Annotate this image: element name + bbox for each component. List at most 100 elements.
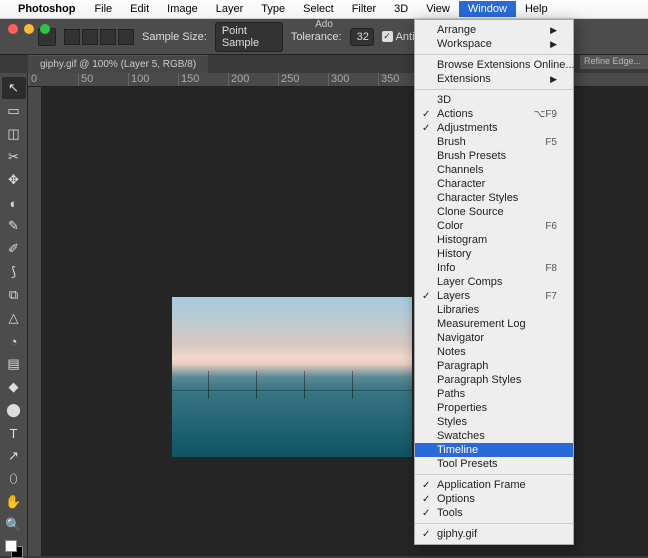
menu-filter[interactable]: Filter [343, 1, 385, 17]
menu-item-character-styles[interactable]: Character Styles [415, 191, 573, 205]
refine-edge-button[interactable]: Refine Edge... [580, 55, 648, 69]
menu-item-workspace[interactable]: Workspace▶ [415, 37, 573, 51]
menu-item-label: Clone Source [437, 206, 504, 218]
menu-layer[interactable]: Layer [207, 1, 253, 17]
menu-item-label: giphy.gif [437, 528, 477, 540]
close-window-icon[interactable] [8, 24, 18, 34]
color-swatch[interactable] [5, 540, 23, 558]
menu-item-options[interactable]: ✓Options [415, 492, 573, 506]
selection-mode-icons[interactable] [64, 29, 134, 45]
ruler-tick: 200 [228, 73, 278, 86]
submenu-arrow-icon: ▶ [550, 39, 557, 50]
menu-item-measurement-log[interactable]: Measurement Log [415, 317, 573, 331]
tool-15[interactable]: T [2, 422, 26, 444]
menu-item-giphy-gif[interactable]: ✓giphy.gif [415, 527, 573, 541]
menu-item-timeline[interactable]: Timeline [415, 443, 573, 457]
menu-item-paragraph-styles[interactable]: Paragraph Styles [415, 373, 573, 387]
menu-item-actions[interactable]: ✓Actions⌥F9 [415, 107, 573, 121]
menu-item-label: Brush [437, 136, 466, 148]
menu-item-browse-extensions-online-[interactable]: Browse Extensions Online... [415, 58, 573, 72]
menu-edit[interactable]: Edit [121, 1, 158, 17]
menu-window[interactable]: Window [459, 1, 516, 17]
menu-item-brush[interactable]: BrushF5 [415, 135, 573, 149]
tool-14[interactable]: ⬤ [2, 399, 26, 421]
tool-1[interactable]: ▭ [2, 100, 26, 122]
menu-item-adjustments[interactable]: ✓Adjustments [415, 121, 573, 135]
menu-item-history[interactable]: History [415, 247, 573, 261]
menu-item-channels[interactable]: Channels [415, 163, 573, 177]
tool-3[interactable]: ✂ [2, 146, 26, 168]
ruler-tick: 250 [278, 73, 328, 86]
menu-item-clone-source[interactable]: Clone Source [415, 205, 573, 219]
menu-item-label: Paragraph [437, 360, 488, 372]
tool-13[interactable]: ◆ [2, 376, 26, 398]
menu-type[interactable]: Type [252, 1, 294, 17]
menu-shortcut: F7 [545, 291, 557, 302]
tool-18[interactable]: ✋ [2, 491, 26, 513]
menu-item-label: 3D [437, 94, 451, 106]
menu-item-navigator[interactable]: Navigator [415, 331, 573, 345]
menu-file[interactable]: File [85, 1, 121, 17]
menu-separator [415, 523, 573, 524]
menu-item-tools[interactable]: ✓Tools [415, 506, 573, 520]
tool-19[interactable]: 🔍 [2, 514, 26, 536]
menu-item-notes[interactable]: Notes [415, 345, 573, 359]
tool-7[interactable]: ✐ [2, 238, 26, 260]
tool-9[interactable]: ⧉ [2, 284, 26, 306]
menu-item-info[interactable]: InfoF8 [415, 261, 573, 275]
menu-item-character[interactable]: Character [415, 177, 573, 191]
maximize-window-icon[interactable] [40, 24, 50, 34]
menu-item-label: Paths [437, 388, 465, 400]
tool-10[interactable]: △ [2, 307, 26, 329]
tool-16[interactable]: ↗ [2, 445, 26, 467]
menu-item-application-frame[interactable]: ✓Application Frame [415, 478, 573, 492]
tool-2[interactable]: ◫ [2, 123, 26, 145]
document-tab[interactable]: giphy.gif @ 100% (Layer 5, RGB/8) [28, 55, 208, 73]
check-icon: ✓ [422, 508, 430, 519]
menu-item-label: Swatches [437, 430, 485, 442]
menu-item-paths[interactable]: Paths [415, 387, 573, 401]
canvas-image [172, 297, 412, 457]
menu-item-paragraph[interactable]: Paragraph [415, 359, 573, 373]
menu-view[interactable]: View [417, 1, 459, 17]
menu-item-label: Navigator [437, 332, 484, 344]
app-name[interactable]: Photoshop [18, 3, 75, 15]
menu-item-styles[interactable]: Styles [415, 415, 573, 429]
menu-item-label: Histogram [437, 234, 487, 246]
minimize-window-icon[interactable] [24, 24, 34, 34]
tool-0[interactable]: ↖ [2, 77, 26, 99]
menu-select[interactable]: Select [294, 1, 343, 17]
menu-item-label: Properties [437, 402, 487, 414]
tool-17[interactable]: ⬯ [2, 468, 26, 490]
sample-size-select[interactable]: Point Sample [215, 22, 283, 52]
menu-item-tool-presets[interactable]: Tool Presets [415, 457, 573, 471]
vertical-ruler [28, 87, 42, 556]
menu-item-label: Channels [437, 164, 483, 176]
ruler-tick: 150 [178, 73, 228, 86]
menu-item-color[interactable]: ColorF6 [415, 219, 573, 233]
menu-item-label: Actions [437, 108, 473, 120]
menu-item-swatches[interactable]: Swatches [415, 429, 573, 443]
tool-5[interactable]: ◐ [2, 192, 26, 214]
tool-12[interactable]: ▤ [2, 353, 26, 375]
menu-item-layer-comps[interactable]: Layer Comps [415, 275, 573, 289]
menu-item-properties[interactable]: Properties [415, 401, 573, 415]
tolerance-input[interactable]: 32 [350, 28, 374, 46]
menu-image[interactable]: Image [158, 1, 207, 17]
tool-4[interactable]: ✥ [2, 169, 26, 191]
tool-8[interactable]: ⟆ [2, 261, 26, 283]
menu-item-3d[interactable]: 3D [415, 93, 573, 107]
ruler-tick: 100 [128, 73, 178, 86]
menu-item-label: Layers [437, 290, 470, 302]
menu-item-layers[interactable]: ✓LayersF7 [415, 289, 573, 303]
menu-item-histogram[interactable]: Histogram [415, 233, 573, 247]
menu-item-libraries[interactable]: Libraries [415, 303, 573, 317]
menu-item-brush-presets[interactable]: Brush Presets [415, 149, 573, 163]
menu-3d[interactable]: 3D [385, 1, 417, 17]
tool-6[interactable]: ✎ [2, 215, 26, 237]
sample-size-label: Sample Size: [142, 31, 207, 43]
menu-item-arrange[interactable]: Arrange▶ [415, 23, 573, 37]
menu-help[interactable]: Help [516, 1, 557, 17]
tool-11[interactable]: ◔ [2, 330, 26, 352]
menu-item-extensions[interactable]: Extensions▶ [415, 72, 573, 86]
